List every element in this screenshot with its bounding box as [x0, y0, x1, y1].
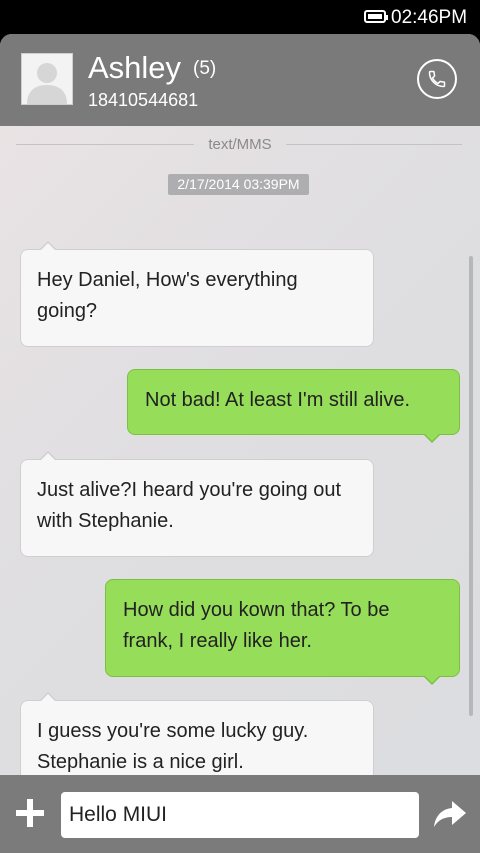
message-bubble-outgoing[interactable]: How did you kown that? To be frank, I re… [105, 579, 460, 685]
send-button[interactable] [432, 799, 468, 829]
battery-icon [364, 10, 388, 23]
message-type-label: text/MMS [208, 136, 272, 153]
attach-button[interactable] [14, 797, 46, 829]
conversation-header: Ashley (5) 18410544681 [0, 34, 480, 126]
message-text: I guess you're some lucky guy. Stephanie… [37, 720, 309, 773]
status-time: 02:46PM [391, 7, 468, 28]
scrollbar[interactable] [469, 256, 473, 716]
message-text: How did you kown that? To be frank, I re… [123, 599, 390, 652]
phone-icon [428, 70, 446, 88]
message-text: Just alive?I heard you're going out with… [37, 479, 342, 532]
composer-bar [0, 775, 480, 853]
call-button[interactable] [417, 59, 457, 99]
message-text: Not bad! At least I'm still alive. [145, 389, 411, 411]
message-bubble-incoming[interactable]: Just alive?I heard you're going out with… [20, 451, 374, 557]
contact-name: Ashley [88, 50, 182, 85]
conversation-screen: Ashley (5) 18410544681 text/MMS 2/17/201… [0, 34, 480, 853]
status-bar: 02:46PM [0, 0, 480, 34]
contact-avatar[interactable] [21, 53, 73, 105]
message-bubble-incoming[interactable]: Hey Daniel, How's everything going? [20, 241, 374, 347]
message-bubble-outgoing[interactable]: Not bad! At least I'm still alive. [127, 369, 460, 443]
message-input[interactable] [61, 792, 419, 838]
contact-number: 18410544681 [88, 90, 199, 110]
person-silhouette-icon [27, 63, 67, 104]
message-list[interactable]: text/MMS 2/17/2014 03:39PM Hey Daniel, H… [0, 126, 480, 798]
send-arrow-icon [434, 801, 466, 827]
message-count: (5) [193, 58, 217, 79]
message-timestamp: 2/17/2014 03:39PM [168, 174, 309, 195]
message-text: Hey Daniel, How's everything going? [37, 269, 298, 322]
